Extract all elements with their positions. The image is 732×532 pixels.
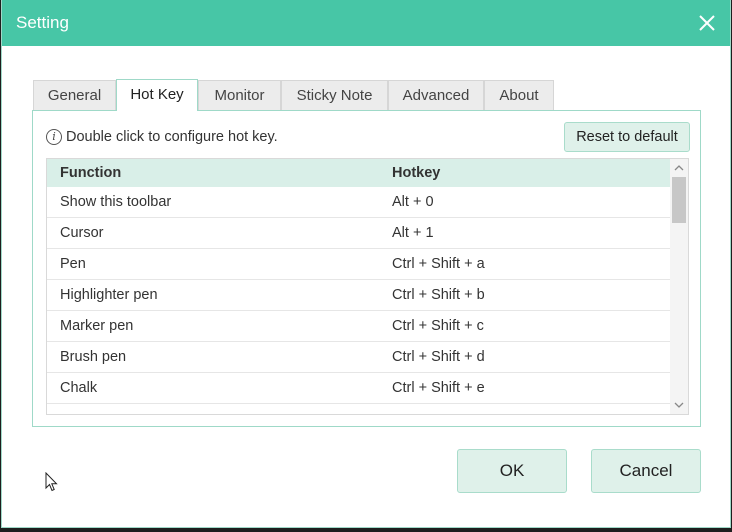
function-cell: Brush pen	[60, 349, 127, 365]
settings-dialog: Setting General Hot Key Monitor Sticky N…	[2, 0, 730, 527]
hotkey-cell: Ctrl + Shift + e	[392, 380, 485, 396]
function-cell: Chalk	[60, 380, 98, 396]
tab-about[interactable]: About	[484, 80, 554, 110]
table-row[interactable]: Cursor Alt + 1	[47, 218, 670, 249]
hotkey-cell: Ctrl + Shift + b	[392, 287, 485, 303]
tab-monitor[interactable]: Monitor	[198, 80, 281, 110]
ok-button[interactable]: OK	[457, 449, 567, 493]
tab-advanced[interactable]: Advanced	[388, 80, 484, 110]
hot-key-panel: i Double click to configure hot key. Res…	[32, 110, 701, 427]
hotkey-cell: Ctrl + Shift + d	[392, 349, 485, 365]
close-icon	[699, 15, 715, 31]
scroll-down-icon[interactable]	[674, 401, 684, 409]
table-row[interactable]: Show this toolbar Alt + 0	[47, 187, 670, 218]
tab-general[interactable]: General	[33, 80, 116, 110]
hint-text: Double click to configure hot key.	[66, 129, 278, 145]
table-row[interactable]: Brush pen Ctrl + Shift + d	[47, 342, 670, 373]
close-button[interactable]	[690, 6, 724, 40]
scroll-up-icon[interactable]	[674, 164, 684, 172]
hotkey-cell: Ctrl + Shift + c	[392, 318, 484, 334]
table-row[interactable]: Marker pen Ctrl + Shift + c	[47, 311, 670, 342]
function-cell: Marker pen	[60, 318, 134, 334]
scrollbar-thumb[interactable]	[672, 177, 686, 223]
table-row[interactable]: Chalk Ctrl + Shift + e	[47, 373, 670, 404]
column-header-function: Function	[60, 165, 122, 181]
table-scrollbar[interactable]	[670, 159, 688, 414]
hotkey-cell: Alt + 0	[392, 194, 434, 210]
mouse-cursor-icon	[45, 472, 58, 492]
hotkey-cell: Ctrl + Shift + a	[392, 256, 485, 272]
window-title: Setting	[16, 13, 69, 32]
hotkey-cell: Alt + 1	[392, 225, 434, 241]
table-row[interactable]: Highlighter pen Ctrl + Shift + b	[47, 280, 670, 311]
reset-to-default-button[interactable]: Reset to default	[564, 122, 690, 152]
tab-sticky-note[interactable]: Sticky Note	[281, 80, 388, 110]
function-cell: Cursor	[60, 225, 104, 241]
function-cell: Pen	[60, 256, 86, 272]
hotkey-table: Function Hotkey Show this toolbar Alt + …	[46, 158, 689, 415]
table-header: Function Hotkey	[47, 159, 670, 187]
title-bar: Setting	[2, 0, 730, 46]
function-cell: Highlighter pen	[60, 287, 158, 303]
tab-hot-key[interactable]: Hot Key	[116, 79, 198, 111]
info-icon: i	[46, 129, 62, 145]
function-cell: Show this toolbar	[60, 194, 172, 210]
hint: i Double click to configure hot key.	[46, 127, 278, 147]
column-header-hotkey: Hotkey	[392, 165, 441, 181]
table-row[interactable]: Pen Ctrl + Shift + a	[47, 249, 670, 280]
cancel-button[interactable]: Cancel	[591, 449, 701, 493]
table-body: Show this toolbar Alt + 0 Cursor Alt + 1…	[47, 187, 670, 404]
